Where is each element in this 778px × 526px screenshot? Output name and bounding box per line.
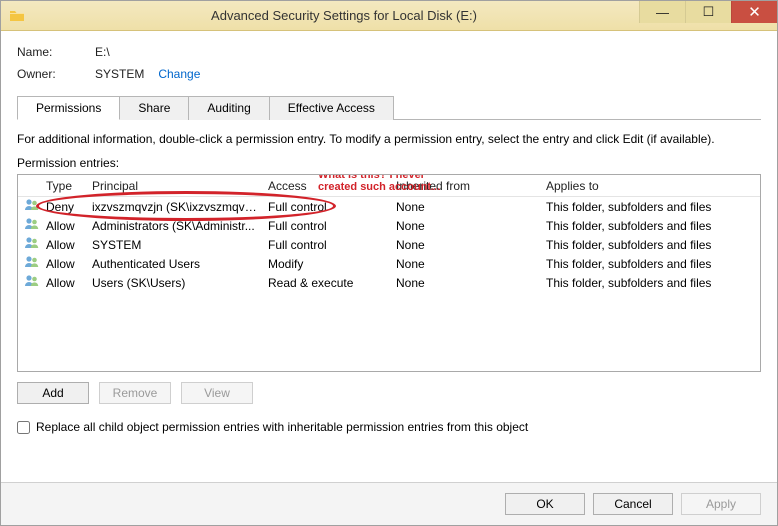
cell-access: Full control <box>268 200 396 214</box>
description-text: For additional information, double-click… <box>17 132 761 146</box>
folder-icon <box>9 8 25 24</box>
users-icon <box>24 235 40 251</box>
cancel-button[interactable]: Cancel <box>593 493 673 515</box>
header-inherited[interactable]: Inherited from <box>396 179 546 193</box>
close-button[interactable]: ✕ <box>731 1 777 23</box>
titlebar: Advanced Security Settings for Local Dis… <box>1 1 777 31</box>
ok-button[interactable]: OK <box>505 493 585 515</box>
table-row[interactable]: AllowUsers (SK\Users)Read & executeNoneT… <box>18 273 760 292</box>
tab-effective-access[interactable]: Effective Access <box>270 96 394 120</box>
remove-button[interactable]: Remove <box>99 382 171 404</box>
list-buttons: Add Remove View <box>17 382 761 404</box>
owner-value: SYSTEM <box>95 67 144 81</box>
content-area: Name: E:\ Owner: SYSTEM Change Permissio… <box>1 31 777 482</box>
security-settings-window: Advanced Security Settings for Local Dis… <box>0 0 778 526</box>
add-button[interactable]: Add <box>17 382 89 404</box>
cell-type: Allow <box>46 219 92 233</box>
users-icon <box>24 254 40 270</box>
cell-access: Full control <box>268 219 396 233</box>
cell-applies: This folder, subfolders and files <box>546 238 754 252</box>
cell-inherited: None <box>396 257 546 271</box>
cell-access: Read & execute <box>268 276 396 290</box>
tab-strip: Permissions Share Auditing Effective Acc… <box>17 95 761 120</box>
replace-children-checkbox[interactable] <box>17 421 30 434</box>
apply-button[interactable]: Apply <box>681 493 761 515</box>
table-row[interactable]: Denyixzvszmqvzjn (SK\ixzvszmqvzjn)Full c… <box>18 197 760 216</box>
header-type[interactable]: Type <box>46 179 92 193</box>
name-label: Name: <box>17 45 95 59</box>
owner-row: Owner: SYSTEM Change <box>17 67 761 81</box>
window-controls: — ☐ ✕ <box>639 1 777 23</box>
view-button[interactable]: View <box>181 382 253 404</box>
cell-applies: This folder, subfolders and files <box>546 257 754 271</box>
cell-inherited: None <box>396 238 546 252</box>
replace-children-label: Replace all child object permission entr… <box>36 420 528 434</box>
cell-inherited: None <box>396 276 546 290</box>
maximize-button[interactable]: ☐ <box>685 1 731 23</box>
cell-type: Allow <box>46 238 92 252</box>
cell-type: Allow <box>46 276 92 290</box>
cell-principal: SYSTEM <box>92 238 268 252</box>
header-applies[interactable]: Applies to <box>546 179 754 193</box>
cell-principal: Administrators (SK\Administr... <box>92 219 268 233</box>
table-row[interactable]: AllowAdministrators (SK\Administr...Full… <box>18 216 760 235</box>
cell-principal: ixzvszmqvzjn (SK\ixzvszmqvzjn) <box>92 200 268 214</box>
replace-children-checkbox-row[interactable]: Replace all child object permission entr… <box>17 420 761 434</box>
cell-inherited: None <box>396 219 546 233</box>
cell-access: Modify <box>268 257 396 271</box>
table-row[interactable]: AllowAuthenticated UsersModifyNoneThis f… <box>18 254 760 273</box>
dialog-footer: OK Cancel Apply <box>1 482 777 525</box>
owner-label: Owner: <box>17 67 95 81</box>
cell-inherited: None <box>396 200 546 214</box>
cell-access: Full control <box>268 238 396 252</box>
tab-share[interactable]: Share <box>120 96 189 120</box>
change-owner-link[interactable]: Change <box>158 67 200 81</box>
cell-principal: Users (SK\Users) <box>92 276 268 290</box>
minimize-button[interactable]: — <box>639 1 685 23</box>
users-icon <box>24 273 40 289</box>
header-access[interactable]: Access <box>268 179 396 193</box>
cell-type: Allow <box>46 257 92 271</box>
header-principal[interactable]: Principal <box>92 179 268 193</box>
list-header: Type Principal Access Inherited from App… <box>18 175 760 197</box>
users-icon <box>24 216 40 232</box>
tab-permissions[interactable]: Permissions <box>17 96 120 120</box>
permission-list[interactable]: Type Principal Access Inherited from App… <box>17 174 761 372</box>
users-icon <box>24 197 40 213</box>
name-row: Name: E:\ <box>17 45 761 59</box>
cell-principal: Authenticated Users <box>92 257 268 271</box>
entries-label: Permission entries: <box>17 156 761 170</box>
cell-applies: This folder, subfolders and files <box>546 219 754 233</box>
cell-type: Deny <box>46 200 92 214</box>
name-value: E:\ <box>95 45 110 59</box>
tab-auditing[interactable]: Auditing <box>189 96 269 120</box>
cell-applies: This folder, subfolders and files <box>546 200 754 214</box>
table-row[interactable]: AllowSYSTEMFull controlNoneThis folder, … <box>18 235 760 254</box>
cell-applies: This folder, subfolders and files <box>546 276 754 290</box>
